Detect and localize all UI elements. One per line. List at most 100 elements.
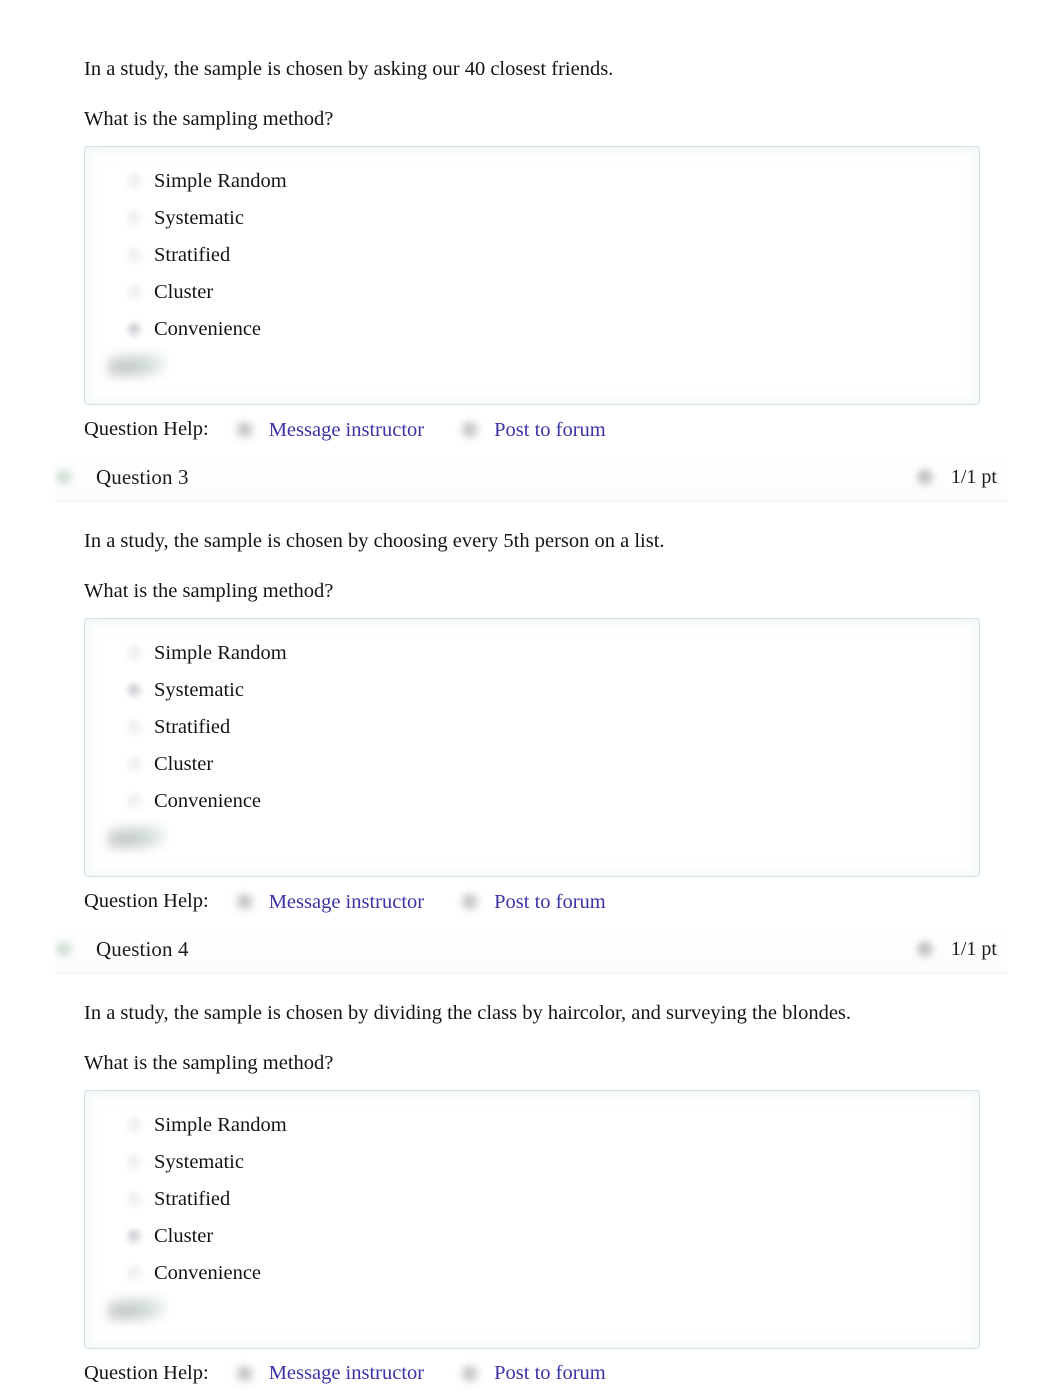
answer-option-label: Stratified: [154, 716, 231, 739]
correct-check-icon: [107, 1295, 165, 1324]
answer-option[interactable]: Cluster: [95, 1218, 969, 1255]
answer-option[interactable]: Systematic: [95, 200, 969, 237]
answer-options-list: Simple Random Systematic Stratified Clus…: [95, 1107, 969, 1292]
answer-option[interactable]: Stratified: [95, 1181, 969, 1218]
answer-option[interactable]: Simple Random: [95, 1107, 969, 1144]
question-block: Question 3 1/1 pt In a study, the sample…: [0, 454, 1062, 927]
correct-check-icon: [107, 823, 165, 852]
question-help-label: Question Help:: [84, 890, 209, 913]
answer-option[interactable]: Convenience: [95, 311, 969, 348]
radio-button-icon[interactable]: [127, 719, 142, 735]
check-circle-icon: [55, 468, 74, 488]
radio-button-icon[interactable]: [127, 682, 142, 698]
question-title: Question 4: [96, 937, 189, 962]
answer-option-label: Stratified: [154, 244, 231, 267]
radio-button-icon[interactable]: [127, 1154, 142, 1170]
radio-button-icon[interactable]: [127, 321, 142, 337]
correct-check-icon: [107, 351, 165, 380]
envelope-icon: [234, 419, 255, 440]
question-help-row: Question Help: Message instructor Post t…: [0, 405, 1062, 455]
answer-options-list: Simple Random Systematic Stratified Clus…: [95, 163, 969, 348]
post-to-forum-link[interactable]: Post to forum: [460, 892, 606, 913]
message-instructor-label: Message instructor: [268, 1362, 425, 1385]
answer-option-label: Simple Random: [154, 1113, 287, 1136]
question-subprompt: What is the sampling method?: [84, 107, 334, 130]
answer-option-label: Convenience: [154, 318, 262, 341]
answer-option[interactable]: Systematic: [95, 1144, 969, 1181]
message-instructor-label: Message instructor: [268, 890, 425, 913]
radio-button-icon[interactable]: [127, 247, 142, 263]
post-to-forum-link[interactable]: Post to forum: [460, 1363, 606, 1384]
question-subprompt: What is the sampling method?: [84, 579, 334, 602]
question-help-label: Question Help:: [84, 418, 209, 441]
score-circle-icon: [915, 940, 935, 960]
question-header: Question 3 1/1 pt: [55, 454, 1007, 502]
answer-option-label: Cluster: [154, 753, 214, 776]
question-block: Question 4 1/1 pt In a study, the sample…: [0, 926, 1062, 1399]
question-body: In a study, the sample is chosen by aski…: [0, 30, 1062, 405]
radio-button-icon[interactable]: [127, 1117, 142, 1133]
question-help-row: Question Help: Message instructor Post t…: [0, 877, 1062, 927]
message-instructor-link[interactable]: Message instructor: [234, 1362, 425, 1385]
answer-option-label: Convenience: [154, 1261, 262, 1284]
answer-option-label: Cluster: [154, 281, 214, 304]
answer-option[interactable]: Systematic: [95, 672, 969, 709]
question-help-label: Question Help:: [84, 1362, 209, 1385]
answer-option[interactable]: Convenience: [95, 1255, 969, 1292]
question-prompt: In a study, the sample is chosen by choo…: [84, 529, 665, 552]
answer-option[interactable]: Stratified: [95, 709, 969, 746]
answer-option-label: Systematic: [154, 207, 244, 230]
question-subprompt: What is the sampling method?: [84, 1051, 334, 1074]
radio-button-icon[interactable]: [127, 210, 142, 226]
question-prompt: In a study, the sample is chosen by aski…: [84, 58, 614, 80]
question-header-right: 1/1 pt: [915, 466, 1007, 489]
question-title: Question 3: [96, 465, 189, 490]
message-instructor-link[interactable]: Message instructor: [234, 418, 425, 441]
radio-button-icon[interactable]: [127, 756, 142, 772]
answer-option-label: Systematic: [154, 679, 244, 702]
answer-option-label: Simple Random: [154, 642, 287, 665]
answer-options-list: Simple Random Systematic Stratified Clus…: [95, 635, 969, 820]
answer-result-marker: [95, 1292, 969, 1348]
question-block: In a study, the sample is chosen by aski…: [0, 0, 1062, 455]
post-to-forum-label: Post to forum: [494, 890, 606, 913]
answer-option[interactable]: Cluster: [95, 274, 969, 311]
check-circle-icon: [55, 940, 74, 960]
radio-button-icon[interactable]: [127, 1191, 142, 1207]
radio-button-icon[interactable]: [127, 645, 142, 661]
question-header: Question 4 1/1 pt: [55, 926, 1007, 974]
forum-icon: [460, 891, 481, 912]
question-help-row: Question Help: Message instructor Post t…: [0, 1349, 1062, 1399]
radio-button-icon[interactable]: [127, 173, 142, 189]
envelope-icon: [234, 891, 255, 912]
message-instructor-label: Message instructor: [268, 418, 425, 441]
answer-option[interactable]: Simple Random: [95, 635, 969, 672]
radio-button-icon[interactable]: [127, 1265, 142, 1281]
answers-box: Simple Random Systematic Stratified Clus…: [84, 1089, 980, 1349]
answer-option-label: Convenience: [154, 790, 262, 813]
answer-option-label: Systematic: [154, 1150, 244, 1173]
question-body: In a study, the sample is chosen by choo…: [0, 502, 1062, 877]
question-prompt: In a study, the sample is chosen by divi…: [84, 1001, 852, 1024]
answers-box: Simple Random Systematic Stratified Clus…: [84, 145, 980, 405]
post-to-forum-label: Post to forum: [494, 1362, 606, 1385]
score-circle-icon: [915, 468, 935, 488]
radio-button-icon[interactable]: [127, 284, 142, 300]
question-points: 1/1 pt: [950, 466, 997, 489]
answer-option[interactable]: Simple Random: [95, 163, 969, 200]
answer-option[interactable]: Stratified: [95, 237, 969, 274]
question-header-left: Question 3: [55, 467, 916, 488]
quiz-page: In a study, the sample is chosen by aski…: [0, 0, 1062, 1384]
answer-option-label: Cluster: [154, 1224, 214, 1247]
forum-icon: [460, 1363, 481, 1384]
message-instructor-link[interactable]: Message instructor: [234, 890, 425, 913]
answer-option[interactable]: Convenience: [95, 783, 969, 820]
question-header-right: 1/1 pt: [915, 938, 1007, 961]
answer-result-marker: [95, 820, 969, 876]
radio-button-icon[interactable]: [127, 1228, 142, 1244]
envelope-icon: [234, 1363, 255, 1384]
answer-option-label: Stratified: [154, 1187, 231, 1210]
post-to-forum-link[interactable]: Post to forum: [460, 420, 606, 441]
radio-button-icon[interactable]: [127, 793, 142, 809]
answer-option[interactable]: Cluster: [95, 746, 969, 783]
